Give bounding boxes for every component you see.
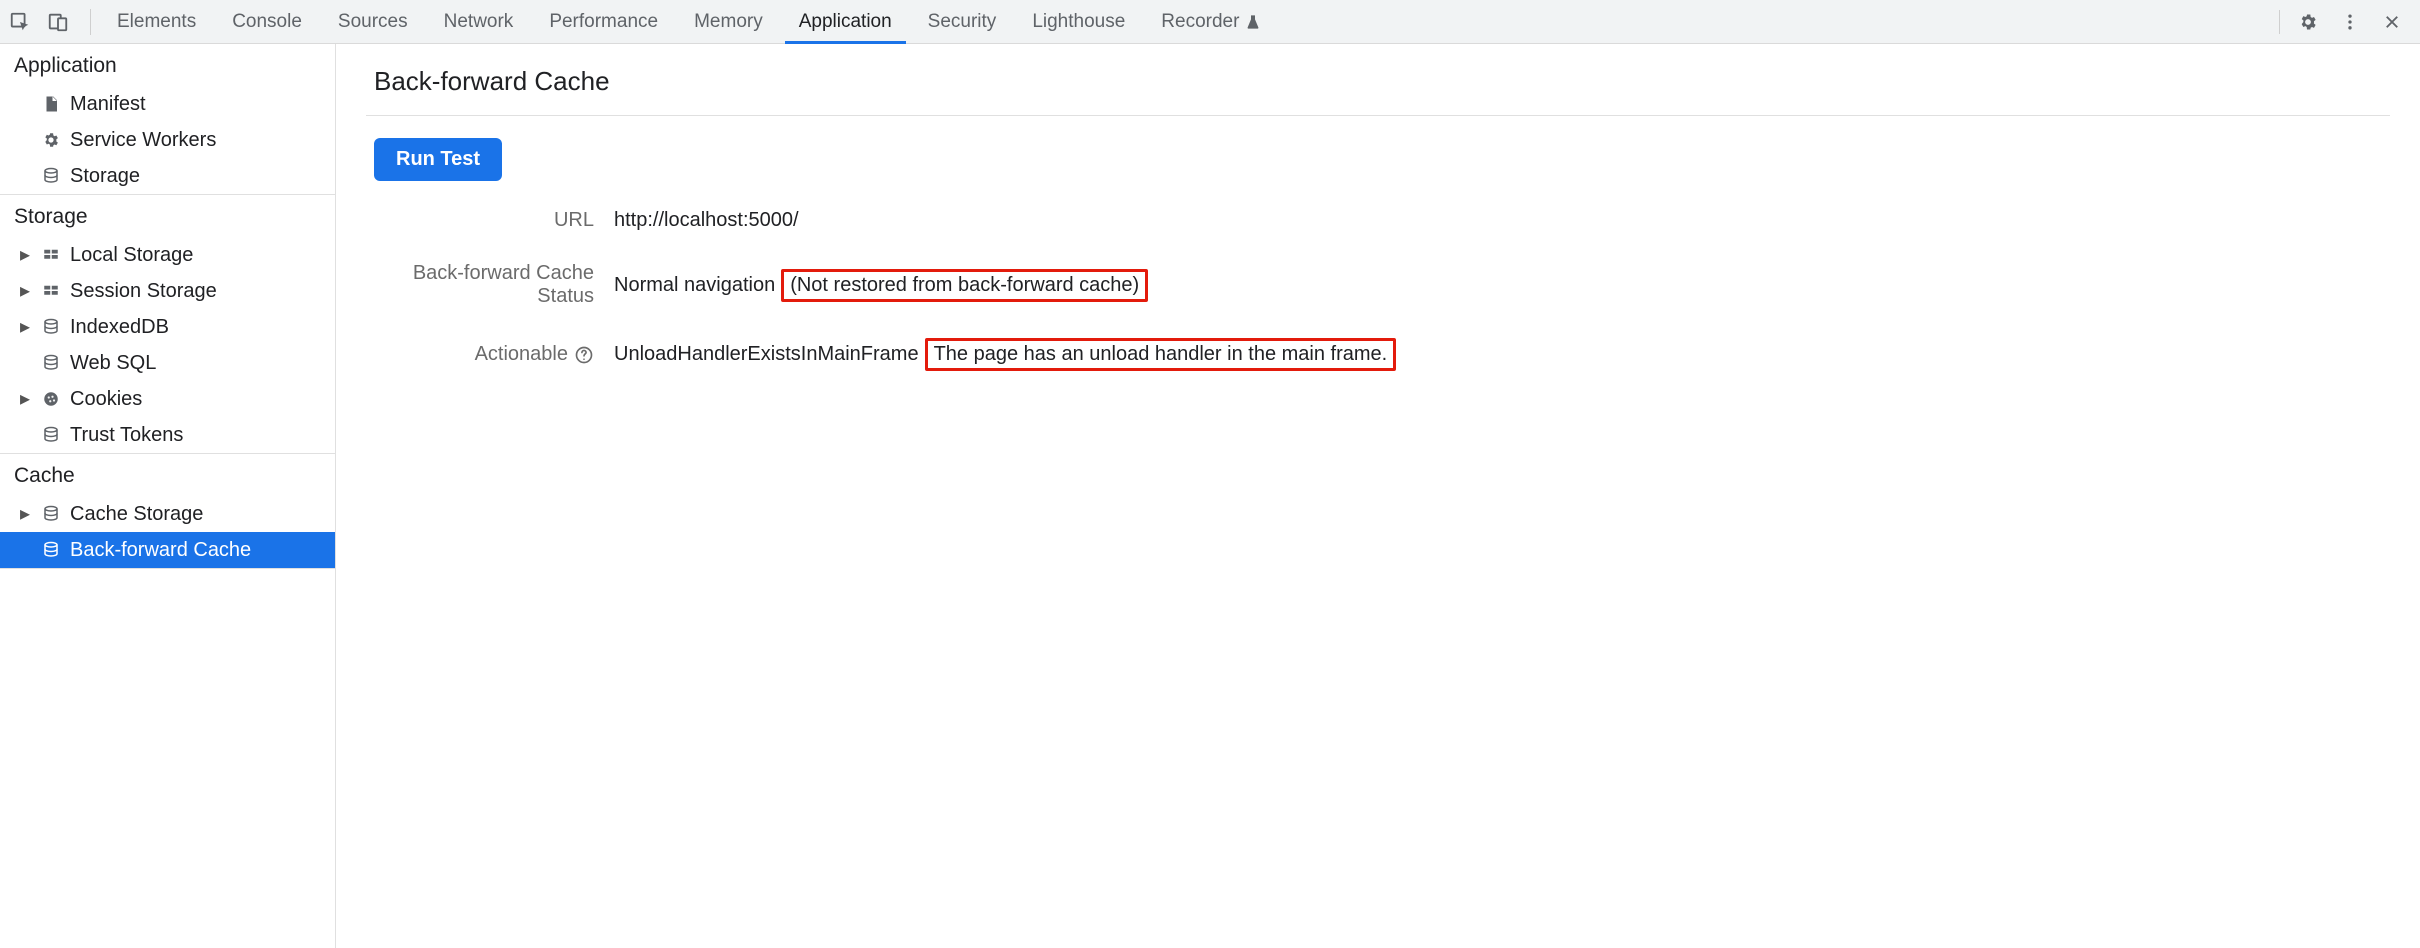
- database-icon: [40, 354, 62, 372]
- expand-arrow-icon[interactable]: ▸: [18, 385, 32, 413]
- actionable-reason-code: UnloadHandlerExistsInMainFrame: [614, 343, 919, 366]
- tab-label: Sources: [338, 11, 408, 33]
- kv-row-url: URL http://localhost:5000/: [374, 209, 2390, 232]
- sidebar-item-label: Session Storage: [70, 277, 217, 305]
- kv-value: http://localhost:5000/: [614, 209, 799, 232]
- sidebar-item-label: Cache Storage: [70, 500, 203, 528]
- run-test-button[interactable]: Run Test: [374, 138, 502, 181]
- tab-console[interactable]: Console: [214, 0, 320, 43]
- tab-sources[interactable]: Sources: [320, 0, 426, 43]
- page-title: Back-forward Cache: [374, 66, 2390, 97]
- sidebar-item-indexeddb[interactable]: ▸ IndexedDB: [0, 309, 335, 345]
- gear-icon: [40, 131, 62, 149]
- kv-value: UnloadHandlerExistsInMainFrame The page …: [614, 338, 1396, 371]
- close-icon[interactable]: [2380, 10, 2404, 34]
- application-sidebar: Application Manifest Service Workers Sto…: [0, 44, 336, 948]
- flask-icon: [1245, 14, 1261, 30]
- inspect-element-icon[interactable]: [8, 10, 32, 34]
- tab-label: Lighthouse: [1032, 11, 1125, 33]
- sidebar-item-label: Local Storage: [70, 241, 193, 269]
- device-toggle-icon[interactable]: [46, 10, 70, 34]
- database-icon: [40, 167, 62, 185]
- status-highlight-text: (Not restored from back-forward cache): [781, 269, 1148, 302]
- sidebar-item-manifest[interactable]: Manifest: [0, 86, 335, 122]
- main-area: Application Manifest Service Workers Sto…: [0, 44, 2420, 948]
- tab-recorder[interactable]: Recorder: [1143, 0, 1279, 43]
- sidebar-item-label: Back-forward Cache: [70, 536, 251, 564]
- sidebar-section-header: Storage: [0, 195, 335, 237]
- tab-label: Security: [928, 11, 997, 33]
- sidebar-item-label: Cookies: [70, 385, 142, 413]
- tab-label: Network: [444, 11, 514, 33]
- horizontal-rule: [366, 115, 2390, 116]
- bfcache-details: URL http://localhost:5000/ Back-forward …: [374, 209, 2390, 371]
- expand-arrow-icon[interactable]: ▸: [18, 277, 32, 305]
- tab-elements[interactable]: Elements: [99, 0, 214, 43]
- tab-security[interactable]: Security: [910, 0, 1015, 43]
- tab-memory[interactable]: Memory: [676, 0, 781, 43]
- sidebar-section-header: Cache: [0, 454, 335, 496]
- devtools-tabs: Elements Console Sources Network Perform…: [99, 0, 2279, 43]
- sidebar-item-storage[interactable]: Storage: [0, 158, 335, 194]
- sidebar-item-cookies[interactable]: ▸ Cookies: [0, 381, 335, 417]
- sidebar-item-service-workers[interactable]: Service Workers: [0, 122, 335, 158]
- content-pane: Back-forward Cache Run Test URL http://l…: [336, 44, 2420, 948]
- kebab-menu-icon[interactable]: [2338, 10, 2362, 34]
- toolbar-left-group: [8, 9, 97, 35]
- table-icon: [40, 282, 62, 300]
- sidebar-item-local-storage[interactable]: ▸ Local Storage: [0, 237, 335, 273]
- section-separator: [0, 568, 335, 569]
- tab-lighthouse[interactable]: Lighthouse: [1014, 0, 1143, 43]
- kv-row-actionable: Actionable UnloadHandlerExistsInMainFram…: [374, 338, 2390, 371]
- cookie-icon: [40, 390, 62, 408]
- expand-arrow-icon[interactable]: ▸: [18, 313, 32, 341]
- sidebar-item-label: Service Workers: [70, 126, 216, 154]
- sidebar-item-label: IndexedDB: [70, 313, 169, 341]
- database-icon: [40, 318, 62, 336]
- tab-performance[interactable]: Performance: [531, 0, 676, 43]
- actionable-highlight-text: The page has an unload handler in the ma…: [925, 338, 1397, 371]
- file-icon: [40, 95, 62, 113]
- sidebar-section-header: Application: [0, 44, 335, 86]
- tab-label: Application: [799, 11, 892, 33]
- sidebar-item-label: Manifest: [70, 90, 146, 118]
- expand-arrow-icon[interactable]: ▸: [18, 500, 32, 528]
- sidebar-item-trust-tokens[interactable]: Trust Tokens: [0, 417, 335, 453]
- kv-label: Back-forward Cache Status: [374, 262, 614, 308]
- tab-label: Console: [232, 11, 302, 33]
- help-icon[interactable]: [574, 345, 594, 365]
- database-icon: [40, 505, 62, 523]
- toolbar-divider: [90, 9, 91, 35]
- sidebar-item-websql[interactable]: Web SQL: [0, 345, 335, 381]
- actionable-label-text: Actionable: [475, 343, 568, 366]
- expand-arrow-icon[interactable]: ▸: [18, 241, 32, 269]
- sidebar-item-bfcache[interactable]: Back-forward Cache: [0, 532, 335, 568]
- kv-label: URL: [374, 209, 614, 232]
- toolbar-right-group: [2279, 10, 2412, 34]
- database-icon: [40, 541, 62, 559]
- sidebar-item-label: Web SQL: [70, 349, 156, 377]
- sidebar-item-session-storage[interactable]: ▸ Session Storage: [0, 273, 335, 309]
- kv-label: Actionable: [374, 343, 614, 366]
- settings-gear-icon[interactable]: [2296, 10, 2320, 34]
- sidebar-item-label: Trust Tokens: [70, 421, 183, 449]
- tab-application[interactable]: Application: [781, 0, 910, 43]
- sidebar-item-label: Storage: [70, 162, 140, 190]
- tab-label: Recorder: [1161, 11, 1239, 33]
- tab-network[interactable]: Network: [426, 0, 532, 43]
- kv-row-status: Back-forward Cache Status Normal navigat…: [374, 262, 2390, 308]
- kv-value: Normal navigation (Not restored from bac…: [614, 269, 1148, 302]
- table-icon: [40, 246, 62, 264]
- status-main-text: Normal navigation: [614, 274, 775, 297]
- sidebar-item-cache-storage[interactable]: ▸ Cache Storage: [0, 496, 335, 532]
- tab-label: Memory: [694, 11, 763, 33]
- devtools-toolbar: Elements Console Sources Network Perform…: [0, 0, 2420, 44]
- database-icon: [40, 426, 62, 444]
- tab-label: Elements: [117, 11, 196, 33]
- tab-label: Performance: [549, 11, 658, 33]
